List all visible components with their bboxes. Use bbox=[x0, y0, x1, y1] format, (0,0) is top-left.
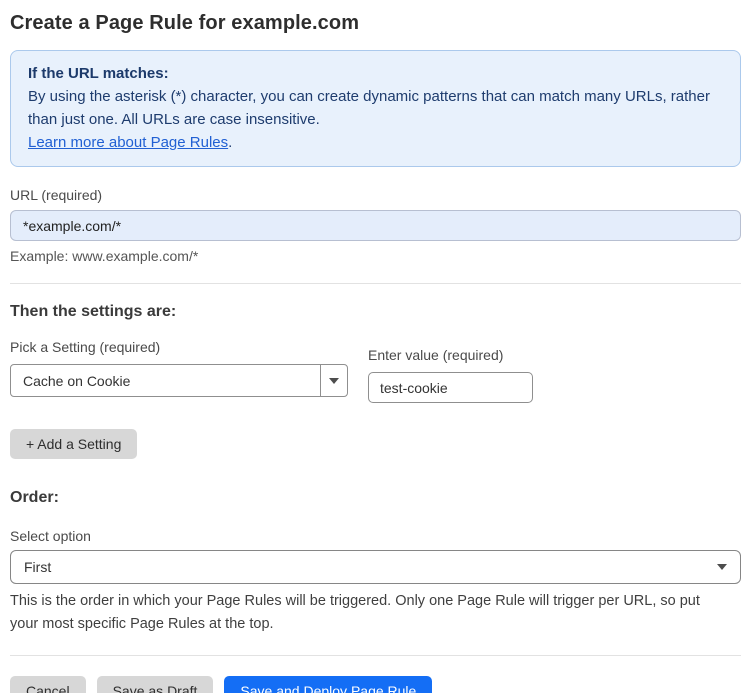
divider-after-url bbox=[10, 283, 741, 284]
page-rule-form: Create a Page Rule for example.com If th… bbox=[0, 0, 750, 693]
order-section-heading: Order: bbox=[10, 489, 59, 506]
pick-setting-select[interactable]: Cache on Cookie bbox=[10, 364, 348, 397]
save-as-draft-button[interactable]: Save as Draft bbox=[96, 676, 214, 693]
pick-setting-column: Pick a Setting (required) Cache on Cooki… bbox=[10, 321, 348, 397]
add-setting-button[interactable]: + Add a Setting bbox=[10, 429, 138, 459]
order-help-text: This is the order in which your Page Rul… bbox=[10, 593, 700, 632]
url-field-example: Example: www.example.com/* bbox=[10, 248, 199, 264]
chevron-down-icon bbox=[717, 564, 727, 570]
setting-value-input[interactable] bbox=[368, 372, 533, 403]
chevron-down-icon bbox=[329, 377, 339, 384]
settings-row: Pick a Setting (required) Cache on Cooki… bbox=[10, 321, 741, 403]
settings-section-heading: Then the settings are: bbox=[10, 303, 177, 320]
learn-more-link[interactable]: Learn more about Page Rules bbox=[28, 134, 228, 151]
pick-setting-dropdown-button[interactable] bbox=[320, 365, 347, 396]
order-selected-value: First bbox=[24, 559, 52, 575]
url-field-label: URL (required) bbox=[10, 187, 103, 203]
info-box-heading: If the URL matches: bbox=[28, 65, 169, 82]
order-select[interactable]: First bbox=[10, 550, 741, 584]
enter-value-column: Enter value (required) bbox=[368, 329, 533, 403]
save-and-deploy-button[interactable]: Save and Deploy Page Rule bbox=[224, 676, 433, 693]
pick-setting-selected-value: Cache on Cookie bbox=[23, 372, 131, 389]
cancel-button[interactable]: Cancel bbox=[10, 676, 86, 693]
info-box-link-line: Learn more about Page Rules. bbox=[28, 131, 723, 154]
form-actions: Cancel Save as Draft Save and Deploy Pag… bbox=[10, 676, 741, 693]
divider-before-actions bbox=[10, 655, 741, 656]
order-select-label: Select option bbox=[10, 528, 91, 544]
pick-setting-label: Pick a Setting (required) bbox=[10, 339, 161, 355]
url-matches-info-box: If the URL matches: By using the asteris… bbox=[10, 50, 741, 167]
url-input[interactable] bbox=[10, 210, 741, 241]
enter-value-label: Enter value (required) bbox=[368, 347, 504, 363]
link-period: . bbox=[228, 134, 233, 151]
info-box-body: By using the asterisk (*) character, you… bbox=[28, 88, 710, 128]
page-title: Create a Page Rule for example.com bbox=[10, 12, 360, 34]
